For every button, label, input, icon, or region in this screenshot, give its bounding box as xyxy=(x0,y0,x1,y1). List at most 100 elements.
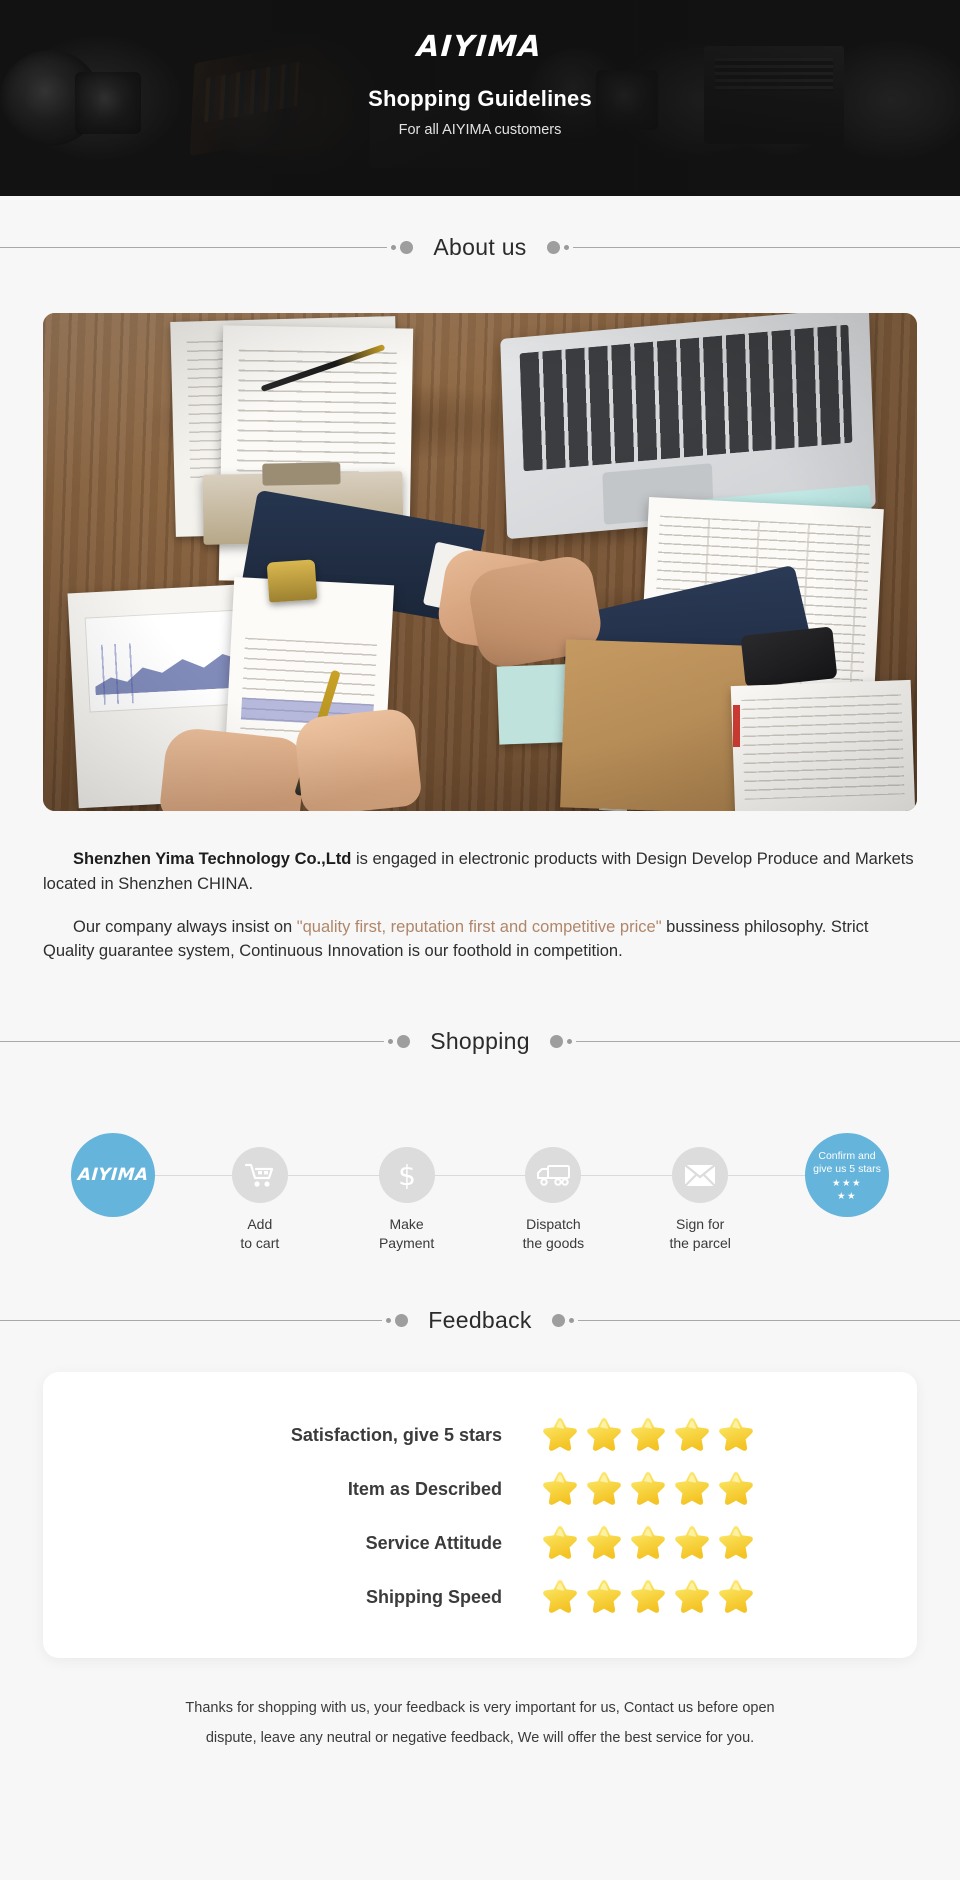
star-icon xyxy=(631,1526,665,1559)
star-icon xyxy=(543,1418,577,1451)
feedback-star-rating xyxy=(540,1470,770,1508)
divider-dot-small-right xyxy=(568,1318,574,1323)
shopping-steps: AIYIMA Add to cart $ Make Payment Dispat… xyxy=(43,1105,917,1265)
divider-dot-big-left xyxy=(397,1035,411,1048)
step-confirm-rate[interactable]: Confirm and give us 5 stars ★★★ ★★ xyxy=(777,1105,917,1217)
star-icon xyxy=(675,1580,709,1613)
feedback-row: Service Attitude xyxy=(43,1516,917,1570)
star-icon xyxy=(631,1580,665,1613)
footer-line-2: dispute, leave any neutral or negative f… xyxy=(205,1729,755,1746)
section-title-shopping: Shopping xyxy=(430,1028,530,1054)
feedback-label: Shipping Speed xyxy=(365,1586,502,1607)
step-circle-cart xyxy=(231,1147,288,1203)
star-icon xyxy=(587,1418,621,1451)
divider-dot-big-left xyxy=(400,241,414,254)
star-icon xyxy=(543,1526,577,1559)
step-label-cart: Add to cart xyxy=(240,1216,280,1251)
company-name: Shenzhen Yima Technology Co.,Ltd xyxy=(73,850,352,868)
star-icon xyxy=(675,1526,709,1559)
feedback-label: Satisfaction, give 5 stars xyxy=(290,1424,502,1445)
divider-line-right xyxy=(572,247,960,248)
hero-content: AIYIMA Shopping Guidelines For all AIYIM… xyxy=(0,0,960,138)
feedback-row: Satisfaction, give 5 stars xyxy=(43,1408,917,1462)
aiyima-logo-icon: AIYIMA xyxy=(77,1165,149,1185)
feedback-star-rating xyxy=(540,1524,770,1562)
divider-dot-small-left xyxy=(386,1318,392,1323)
five-stars-icon-row1: ★★★ xyxy=(831,1178,863,1190)
feedback-row: Item as Described xyxy=(43,1462,917,1516)
step-dispatch-goods[interactable]: Dispatch the goods xyxy=(483,1105,623,1252)
five-stars-icon-row2: ★★ xyxy=(836,1191,857,1203)
feedback-row: Shipping Speed xyxy=(43,1570,917,1624)
about-paragraph-2: Our company always insist on "quality fi… xyxy=(43,915,917,965)
page-title: Shopping Guidelines xyxy=(368,86,592,111)
divider-line-left xyxy=(0,1041,385,1042)
star-icon xyxy=(631,1472,665,1505)
shopping-section: Shopping AIYIMA Add to cart $ Make Payme… xyxy=(0,1028,960,1265)
divider-line-left xyxy=(0,1320,383,1321)
delivery-truck-icon xyxy=(537,1165,571,1186)
divider-line-right xyxy=(577,1320,960,1321)
feedback-card: Satisfaction, give 5 stars Item as Descr… xyxy=(43,1372,917,1658)
step-label-sign: Sign for the parcel xyxy=(669,1216,731,1251)
page-subtitle: For all AIYIMA customers xyxy=(398,122,562,138)
divider-dot-big-right xyxy=(549,1035,563,1048)
star-icon xyxy=(543,1580,577,1613)
divider-dot-small-right xyxy=(566,1039,572,1044)
section-title-about: About us xyxy=(433,234,527,260)
dollar-sign-icon: $ xyxy=(398,1159,416,1191)
divider-dot-big-right xyxy=(551,1314,565,1327)
hero-banner: AIYIMA Shopping Guidelines For all AIYIM… xyxy=(0,0,960,196)
confirm-label: Confirm and give us 5 stars xyxy=(813,1149,881,1176)
feedback-section: Feedback Satisfaction, give 5 stars Item… xyxy=(0,1307,960,1753)
step-circle-brand: AIYIMA xyxy=(71,1133,155,1217)
step-circle-dispatch xyxy=(525,1147,582,1203)
shopping-cart-icon xyxy=(244,1163,273,1187)
divider-line-right xyxy=(575,1041,960,1042)
step-sign-parcel[interactable]: Sign for the parcel xyxy=(630,1105,770,1252)
star-icon xyxy=(675,1418,709,1451)
feedback-label: Item as Described xyxy=(347,1478,502,1499)
steps-row: AIYIMA Add to cart $ Make Payment Dispat… xyxy=(43,1105,917,1252)
divider-line-left xyxy=(0,247,388,248)
feedback-label: Service Attitude xyxy=(365,1532,502,1553)
footer-note: Thanks for shopping with us, your feedba… xyxy=(70,1694,890,1753)
star-icon xyxy=(675,1472,709,1505)
divider-dot-big-left xyxy=(395,1314,409,1327)
star-icon xyxy=(543,1472,577,1505)
footer-line-1: Thanks for shopping with us, your feedba… xyxy=(185,1700,775,1716)
envelope-icon xyxy=(684,1163,716,1187)
step-label-payment: Make Payment xyxy=(378,1216,435,1251)
about-quote: "quality first, reputation first and com… xyxy=(296,917,662,936)
step-circle-confirm: Confirm and give us 5 stars ★★★ ★★ xyxy=(804,1133,889,1217)
step-circle-sign xyxy=(672,1147,729,1203)
section-title-feedback: Feedback xyxy=(428,1307,532,1333)
star-icon xyxy=(719,1472,753,1505)
divider-dot-big-right xyxy=(546,241,560,254)
about-paragraph-2-pre: Our company always insist on xyxy=(73,917,297,936)
svg-text:$: $ xyxy=(398,1159,416,1191)
star-icon xyxy=(587,1526,621,1559)
section-divider-about: About us xyxy=(0,234,960,261)
about-text: Shenzhen Yima Technology Co.,Ltd is enga… xyxy=(43,847,917,964)
step-make-payment[interactable]: $ Make Payment xyxy=(337,1105,477,1252)
divider-dot-small-left xyxy=(391,245,397,250)
section-divider-shopping: Shopping xyxy=(0,1028,960,1055)
photo-vignette xyxy=(43,313,917,811)
divider-dot-small-right xyxy=(563,245,569,250)
divider-dot-small-left xyxy=(388,1039,394,1044)
step-brand: AIYIMA xyxy=(43,1105,183,1217)
step-label-dispatch: Dispatch the goods xyxy=(522,1216,585,1251)
about-photo xyxy=(43,313,917,811)
star-icon xyxy=(631,1418,665,1451)
feedback-star-rating xyxy=(540,1416,770,1454)
star-icon xyxy=(587,1580,621,1613)
star-icon xyxy=(719,1580,753,1613)
feedback-star-rating xyxy=(540,1578,770,1616)
star-icon xyxy=(719,1418,753,1451)
step-add-to-cart[interactable]: Add to cart xyxy=(190,1105,330,1252)
about-paragraph-1: Shenzhen Yima Technology Co.,Ltd is enga… xyxy=(43,847,917,897)
section-divider-feedback: Feedback xyxy=(0,1307,960,1334)
star-icon xyxy=(587,1472,621,1505)
about-section: About us Shenzhen Yima Technology Co.,Lt… xyxy=(0,196,960,964)
